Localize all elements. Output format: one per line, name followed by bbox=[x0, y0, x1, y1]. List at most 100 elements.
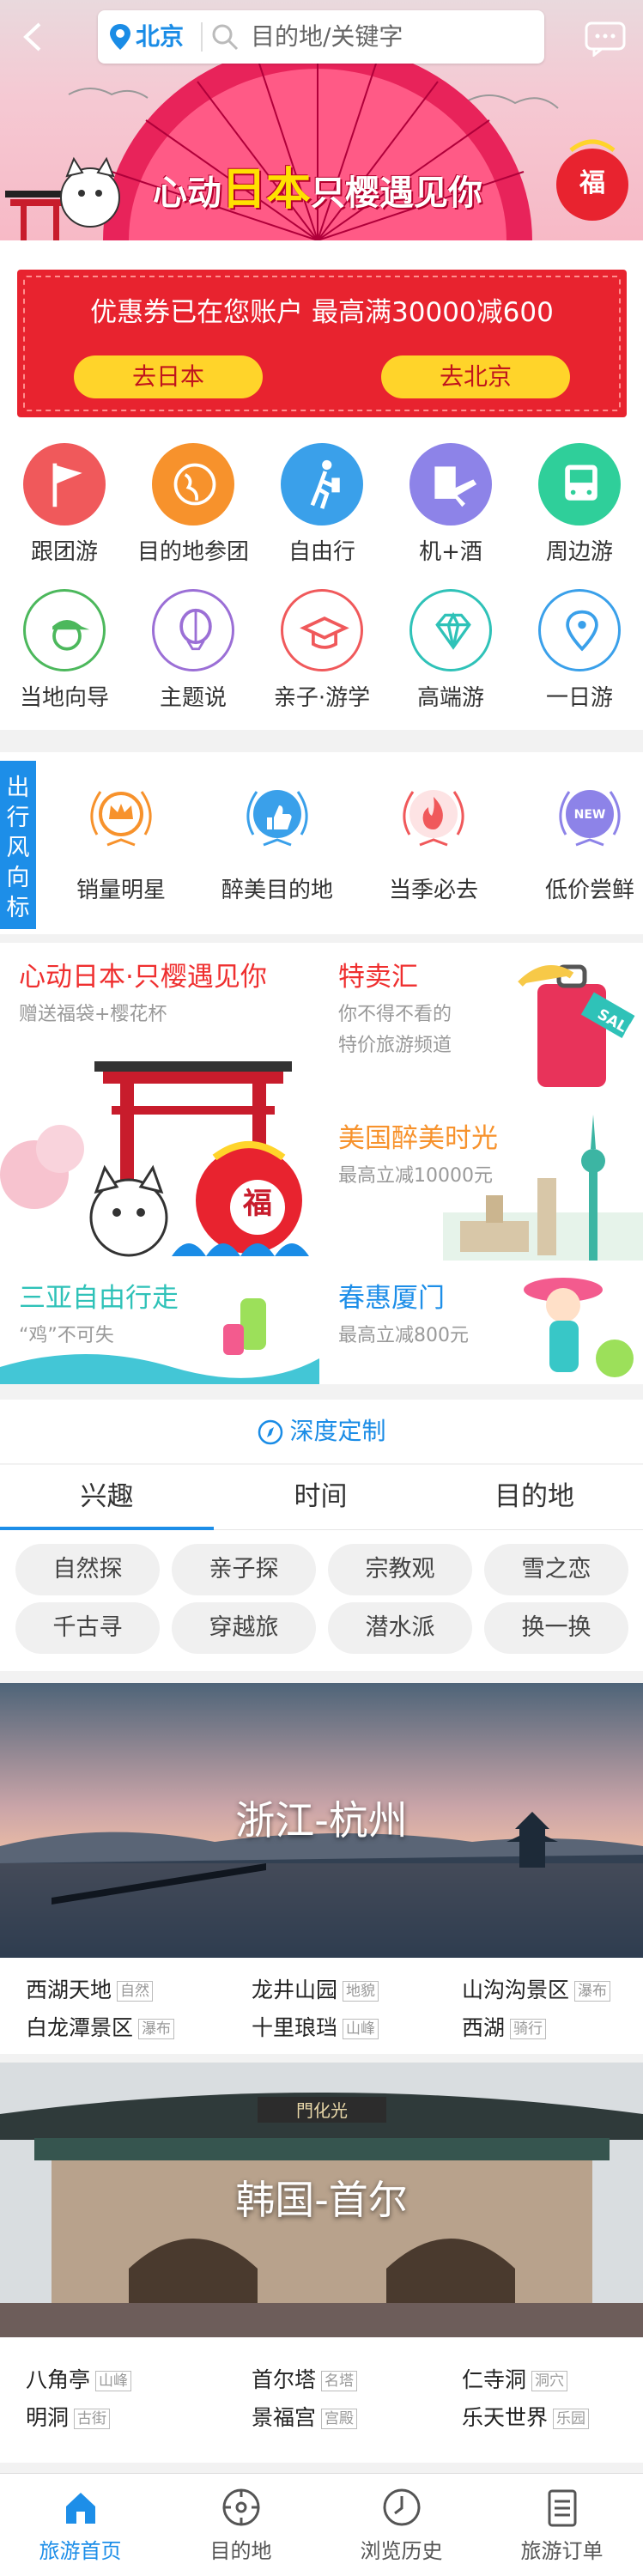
interest-chip[interactable]: 千古寻 bbox=[15, 1602, 160, 1654]
interest-chip[interactable]: 自然探 bbox=[15, 1544, 160, 1595]
interest-chip[interactable]: 潜水派 bbox=[328, 1602, 472, 1654]
nav-compass[interactable]: 目的地 bbox=[161, 2474, 321, 2576]
graduation-cap-icon bbox=[281, 589, 363, 671]
promo-usa[interactable]: 美国醉美时光 最高立减10000元 bbox=[323, 1101, 643, 1261]
promo-sale-sub2: 特价旅游频道 bbox=[338, 1035, 452, 1056]
attraction-tag: 名塔 bbox=[321, 2371, 358, 2391]
sanya-beach-illustration bbox=[0, 1298, 319, 1384]
map-pin-icon bbox=[538, 589, 621, 671]
promo-xiamen-title: 春惠厦门 bbox=[338, 1283, 445, 1314]
attraction-tag: 瀑布 bbox=[138, 2019, 175, 2039]
tab-destination[interactable]: 目的地 bbox=[428, 1465, 641, 1530]
compass-small-icon bbox=[258, 1419, 283, 1445]
category-diamond[interactable]: 高端游 bbox=[386, 575, 515, 721]
interest-chip[interactable]: 换一换 bbox=[484, 1602, 628, 1654]
deep-customize-label: 深度定制 bbox=[289, 1417, 386, 1445]
attraction-item[interactable]: 仁寺洞 洞穴 bbox=[462, 2363, 568, 2394]
category-bus[interactable]: 周边游 bbox=[515, 429, 643, 575]
category-guide-cap[interactable]: 当地向导 bbox=[0, 575, 129, 721]
location-pin-icon bbox=[110, 24, 130, 50]
attraction-item[interactable]: 乐天世界 乐园 bbox=[462, 2401, 590, 2432]
attraction-item[interactable]: 西湖天地 自然 bbox=[26, 1973, 154, 2004]
attraction-name: 西湖天地 bbox=[26, 1978, 112, 2002]
category-label: 一日游 bbox=[545, 685, 613, 711]
attraction-item[interactable]: 龙井山园 地貌 bbox=[252, 1973, 379, 2004]
attraction-item[interactable]: 十里琅珰 山峰 bbox=[252, 2011, 379, 2042]
category-hot-air-balloon[interactable]: 主题说 bbox=[129, 575, 258, 721]
search-bar[interactable]: 北京 目的地/关键字 bbox=[98, 10, 544, 64]
attraction-name: 白龙潭景区 bbox=[26, 2015, 134, 2040]
city-selector[interactable]: 北京 bbox=[136, 10, 184, 64]
category-label: 亲子·游学 bbox=[273, 685, 371, 711]
attraction-item[interactable]: 景福宫 宫殿 bbox=[252, 2401, 358, 2432]
category-graduation-cap[interactable]: 亲子·游学 bbox=[258, 575, 386, 721]
nav-order-list[interactable]: 旅游订单 bbox=[482, 2474, 642, 2576]
hot-air-balloon-icon bbox=[152, 589, 234, 671]
category-globe[interactable]: 目的地参团 bbox=[129, 429, 258, 575]
attraction-item[interactable]: 白龙潭景区 瀑布 bbox=[26, 2011, 175, 2042]
attraction-item[interactable]: 明洞 古街 bbox=[26, 2401, 111, 2432]
destination-card-seoul[interactable]: 門化光 韩国-首尔 八角亭 山峰 首尔塔 名塔 仁寺洞 洞穴 明洞 古街 景福宫 宫殿 乐天世界 乐园 bbox=[0, 2063, 643, 2463]
promo-japan[interactable]: 心动日本·只樱遇见你 赠送福袋+樱花杯 福 bbox=[0, 943, 319, 1261]
attraction-tag: 洞穴 bbox=[531, 2371, 568, 2391]
trend-label: 低价尝鲜 bbox=[544, 878, 634, 903]
category-plane-hotel[interactable]: 机+酒 bbox=[386, 429, 515, 575]
attraction-item[interactable]: 首尔塔 名塔 bbox=[252, 2363, 358, 2394]
top-bar: 北京 目的地/关键字 bbox=[0, 0, 643, 72]
attraction-name: 乐天世界 bbox=[462, 2405, 549, 2430]
nav-home[interactable]: 旅游首页 bbox=[0, 2474, 161, 2576]
attraction-tag: 骑行 bbox=[510, 2019, 547, 2039]
bottom-navigation: 旅游首页 目的地 浏览历史 旅游订单 bbox=[0, 2473, 643, 2576]
trend-item[interactable]: 当季必去 bbox=[369, 752, 498, 934]
attraction-tag: 山峰 bbox=[343, 2019, 379, 2039]
filter-tabs: 兴趣 时间 目的地 bbox=[0, 1465, 643, 1530]
tab-time[interactable]: 时间 bbox=[214, 1465, 428, 1530]
promo-sale[interactable]: 特卖汇 你不得不看的 特价旅游频道 SALE bbox=[323, 943, 643, 1097]
interest-chip[interactable]: 宗教观 bbox=[328, 1544, 472, 1595]
flame-icon bbox=[391, 775, 476, 860]
globe-icon bbox=[152, 443, 234, 526]
search-input[interactable]: 目的地/关键字 bbox=[251, 10, 403, 64]
promo-sanya[interactable]: 三亚自由行走 “鸡”不可失 bbox=[0, 1264, 319, 1384]
trend-label: 醉美目的地 bbox=[221, 878, 333, 903]
hero-banner[interactable]: 北京 目的地/关键字 心动日本只樱遇见你 福 bbox=[0, 0, 643, 240]
japan-torii-illustration bbox=[0, 1061, 309, 1257]
category-label: 周边游 bbox=[545, 539, 613, 565]
interest-chip[interactable]: 雪之恋 bbox=[484, 1544, 628, 1595]
crown-icon bbox=[78, 775, 164, 860]
coupon-card[interactable]: 优惠券已在您账户 最高满30000减600 去日本 去北京 bbox=[17, 270, 627, 417]
trend-section: 出行风向标 销量明星 醉美目的地 当季必去 NEW 低价尝鲜 bbox=[0, 752, 643, 934]
category-walking-traveler[interactable]: 自由行 bbox=[258, 429, 386, 575]
thumbs-up-icon bbox=[234, 775, 320, 860]
go-beijing-button[interactable]: 去北京 bbox=[381, 355, 570, 398]
trend-item[interactable]: 销量明星 bbox=[57, 752, 185, 934]
hangzhou-photo: 浙江-杭州 bbox=[0, 1683, 643, 1958]
back-icon[interactable] bbox=[12, 15, 55, 58]
category-label: 机+酒 bbox=[419, 539, 482, 565]
interest-chip[interactable]: 亲子探 bbox=[172, 1544, 316, 1595]
nav-label: 旅游订单 bbox=[520, 2539, 604, 2563]
destination-card-hangzhou[interactable]: 浙江-杭州 西湖天地 自然 龙井山园 地貌 山沟沟景区 瀑布 白龙潭景区 瀑布 十里琅珰 山峰 西湖… bbox=[0, 1683, 643, 2054]
compass-icon bbox=[220, 2486, 263, 2529]
trend-tag: 出行风向标 bbox=[0, 761, 36, 929]
attraction-item[interactable]: 八角亭 山峰 bbox=[26, 2363, 132, 2394]
category-label: 主题说 bbox=[159, 685, 227, 711]
category-flag[interactable]: 跟团游 bbox=[0, 429, 129, 575]
attraction-item[interactable]: 山沟沟景区 瀑布 bbox=[462, 1973, 611, 2004]
category-map-pin[interactable]: 一日游 bbox=[515, 575, 643, 721]
attraction-name: 十里琅珰 bbox=[252, 2015, 338, 2040]
message-icon[interactable] bbox=[584, 21, 627, 57]
tab-interest[interactable]: 兴趣 bbox=[0, 1465, 214, 1530]
nav-clock[interactable]: 浏览历史 bbox=[321, 2474, 482, 2576]
promo-grid: 心动日本·只樱遇见你 赠送福袋+樱花杯 福 特卖汇 你不得不看的 特价旅游频道 … bbox=[0, 943, 643, 1384]
go-japan-button[interactable]: 去日本 bbox=[74, 355, 263, 398]
deep-customize-link[interactable]: 深度定制 bbox=[0, 1400, 643, 1463]
promo-xiamen[interactable]: 春惠厦门 最高立减800元 bbox=[323, 1264, 643, 1384]
trend-item[interactable]: NEW 低价尝鲜 bbox=[525, 752, 643, 934]
interest-chip[interactable]: 穿越旅 bbox=[172, 1602, 316, 1654]
attraction-tag: 乐园 bbox=[553, 2409, 590, 2429]
attraction-name: 山沟沟景区 bbox=[462, 1978, 570, 2002]
attraction-item[interactable]: 西湖 骑行 bbox=[462, 2011, 547, 2042]
trend-item[interactable]: 醉美目的地 bbox=[213, 752, 342, 934]
attraction-name: 仁寺洞 bbox=[462, 2367, 527, 2392]
